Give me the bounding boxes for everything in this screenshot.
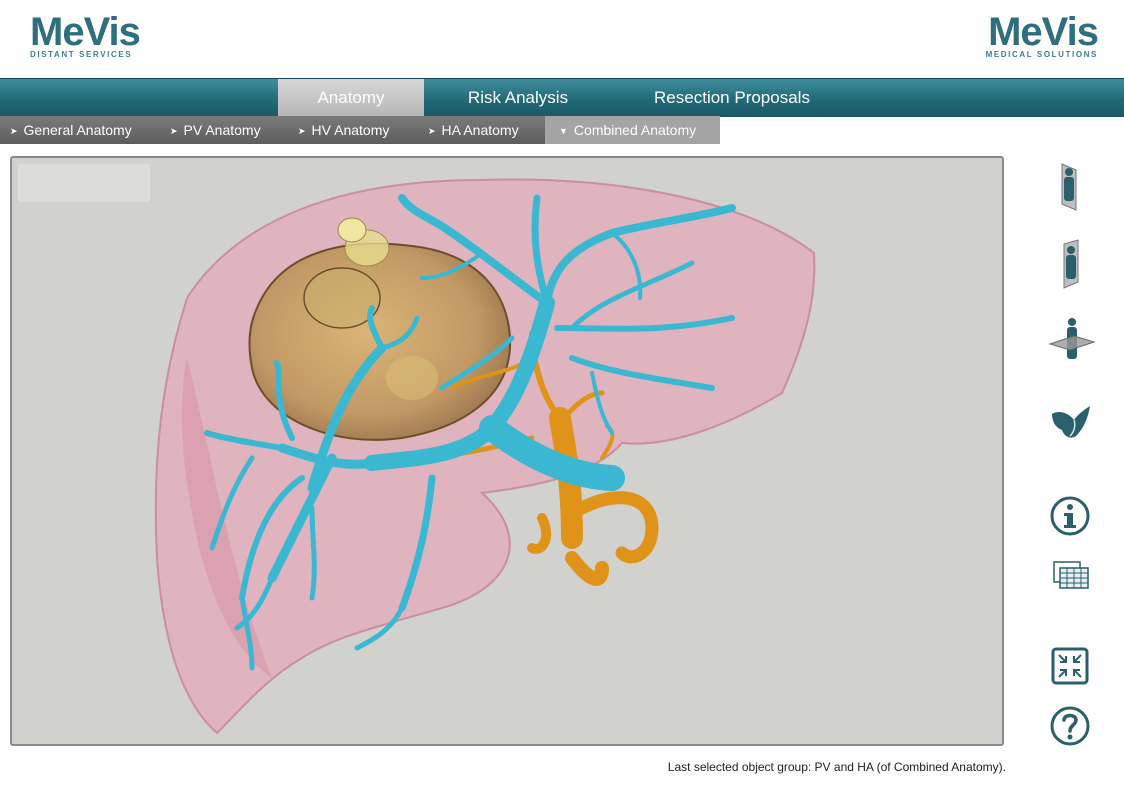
table-icon <box>1053 561 1089 589</box>
logo-right-word: MeVis <box>988 10 1099 54</box>
sagittal-view-button[interactable] <box>1044 160 1096 212</box>
sub-navigation: ➤ General Anatomy ➤ PV Anatomy ➤ HV Anatomy… <box>0 116 720 144</box>
chevron-right-icon: ➤ <box>298 126 306 136</box>
tumor-nodule <box>386 356 438 400</box>
subtab-hv-anatomy[interactable]: ➤ HV Anatomy <box>298 116 416 144</box>
subtab-label: HA Anatomy <box>441 122 519 138</box>
info-icon <box>1050 496 1090 536</box>
subtab-label: PV Anatomy <box>183 122 261 138</box>
chevron-right-icon: ➤ <box>170 126 178 136</box>
subtab-label: General Anatomy <box>23 122 132 138</box>
liver-rendering <box>154 178 816 735</box>
help-icon <box>1050 706 1090 746</box>
logo-right-subtitle: MEDICAL SOLUTIONS <box>985 50 1098 59</box>
mevis-distant-services-logo: MeVis DISTANT SERVICES <box>30 10 141 59</box>
logo-left-subtitle: DISTANT SERVICES <box>30 50 133 59</box>
axial-view-icon <box>1048 318 1096 359</box>
axial-view-button[interactable] <box>1044 314 1096 366</box>
3d-liver-view-button[interactable] <box>1044 398 1096 450</box>
tab-risk-analysis[interactable]: Risk Analysis <box>434 79 602 117</box>
coronal-view-icon <box>1063 239 1079 289</box>
table-view-button[interactable] <box>1044 550 1096 602</box>
sagittal-view-icon <box>1061 163 1077 211</box>
mevis-medical-solutions-logo: MeVis MEDICAL SOLUTIONS <box>985 10 1099 59</box>
info-button[interactable] <box>1044 490 1096 542</box>
status-message: Last selected object group: PV and HA (o… <box>667 760 1006 774</box>
subtab-ha-anatomy[interactable]: ➤ HA Anatomy <box>428 116 544 144</box>
liver-3d-view-icon <box>1052 406 1090 438</box>
help-button[interactable] <box>1044 700 1096 752</box>
subtab-label: Combined Anatomy <box>573 122 697 138</box>
chevron-down-icon: ▼ <box>559 126 568 136</box>
tab-resection-proposals[interactable]: Resection Proposals <box>622 79 842 117</box>
3d-liver-viewer[interactable] <box>10 156 1004 746</box>
chevron-right-icon: ➤ <box>10 126 18 136</box>
subtab-pv-anatomy[interactable]: ➤ PV Anatomy <box>170 116 288 144</box>
logo-left-word: MeVis <box>30 10 141 54</box>
subtab-general-anatomy[interactable]: ➤ General Anatomy <box>10 116 160 144</box>
tumor-nodule <box>337 217 367 243</box>
fit-to-screen-icon <box>1051 647 1089 685</box>
coronal-view-button[interactable] <box>1044 238 1096 290</box>
subtab-combined-anatomy[interactable]: ▼ Combined Anatomy <box>545 116 720 144</box>
chevron-right-icon: ➤ <box>428 126 436 136</box>
fit-to-screen-button[interactable] <box>1044 640 1096 692</box>
tab-anatomy[interactable]: Anatomy <box>278 79 424 117</box>
subtab-label: HV Anatomy <box>311 122 390 138</box>
main-navigation: Anatomy Risk Analysis Resection Proposal… <box>0 78 1124 117</box>
